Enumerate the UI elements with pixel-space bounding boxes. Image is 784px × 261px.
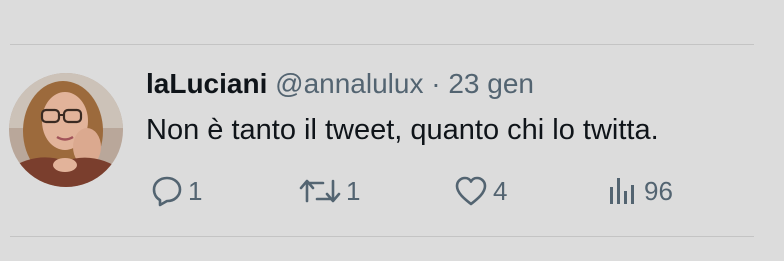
tweet-card[interactable]: laLuciani @annalulux · 23 gen Non è tant… [0,45,784,235]
reply-button[interactable]: 1 [150,171,202,211]
views-button[interactable]: 96 [606,171,673,211]
tweet-actions: 1 1 4 96 [0,171,784,211]
tweet-header: laLuciani @annalulux · 23 gen [146,67,534,101]
author-handle[interactable]: @annalulux [275,68,423,99]
like-button[interactable]: 4 [453,171,507,211]
avatar-photo [9,73,123,187]
retweet-count: 1 [346,176,361,206]
tweet-text: Non è tanto il tweet, quanto chi lo twit… [146,114,659,146]
bottom-divider [10,236,754,237]
heart-icon [453,174,489,208]
reply-count: 1 [188,176,203,206]
views-count: 96 [644,176,673,206]
views-bar-chart-icon [606,174,640,208]
retweet-button[interactable]: 1 [298,171,360,211]
author-name[interactable]: laLuciani [146,68,267,99]
header-separator: · [431,68,441,99]
like-count: 4 [493,176,508,206]
avatar[interactable] [9,73,123,187]
retweet-icon [298,174,342,208]
reply-icon [150,174,184,208]
tweet-date[interactable]: 23 gen [448,68,534,99]
